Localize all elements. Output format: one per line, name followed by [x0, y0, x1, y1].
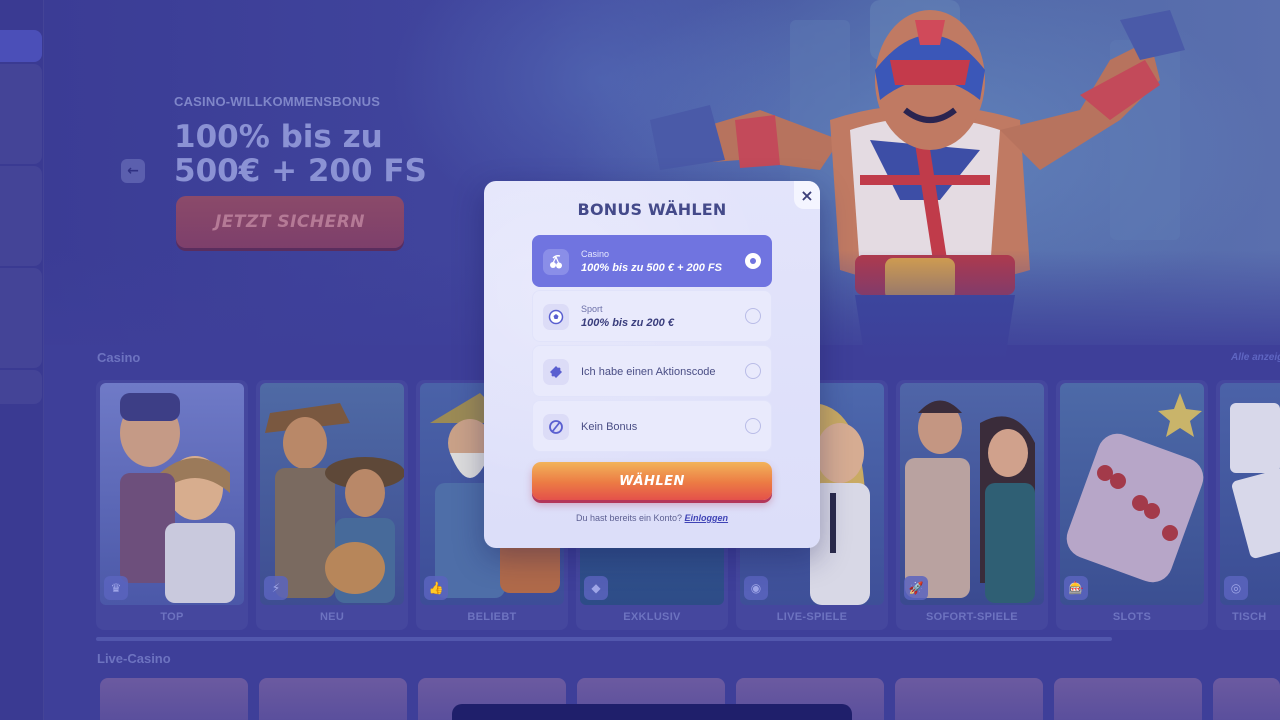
- category-card-neu[interactable]: ⚡ NEU: [256, 380, 408, 630]
- login-prompt-text: Du hast bereits ein Konto?: [575, 513, 683, 523]
- option-radio[interactable]: [745, 253, 761, 269]
- category-label: LIVE-SPIELE: [776, 611, 848, 623]
- option-radio[interactable]: [745, 308, 761, 324]
- live-icon: ◉: [744, 576, 768, 600]
- category-label: TOP: [160, 611, 184, 623]
- sidebar-group-2[interactable]: [0, 166, 42, 266]
- sidebar-item-bottom[interactable]: [0, 370, 42, 404]
- slot-machine-icon: 🎰: [1064, 576, 1088, 600]
- bonus-option-promo-code[interactable]: Ich habe einen Aktionscode: [532, 345, 772, 397]
- live-game-card[interactable]: [1213, 678, 1280, 720]
- category-label: SOFORT-SPIELE: [926, 611, 1018, 623]
- category-label: EXKLUSIV: [623, 611, 681, 623]
- bottom-bar[interactable]: [452, 704, 852, 720]
- login-prompt: Du hast bereits ein Konto? Einloggen: [484, 513, 820, 523]
- option-radio[interactable]: [745, 363, 761, 379]
- sidebar-group-1[interactable]: [0, 64, 42, 164]
- football-icon: [543, 304, 569, 330]
- bonus-option-no-bonus[interactable]: Kein Bonus: [532, 400, 772, 452]
- category-label: TISCH: [1232, 611, 1267, 623]
- category-card-sofort-spiele[interactable]: 🚀 SOFORT-SPIELE: [896, 380, 1048, 630]
- bonus-modal: × BONUS WÄHLEN Casino 100% bis zu 500 € …: [484, 181, 820, 548]
- option-text: 100% bis zu 500 € + 200 FS: [581, 262, 722, 274]
- category-card-top[interactable]: ♛ TOP: [96, 380, 248, 630]
- login-link[interactable]: Einloggen: [685, 513, 729, 523]
- chip-icon: ◎: [1224, 576, 1248, 600]
- hero-title: 100% bis zu 500€ + 200 FS: [174, 119, 427, 189]
- hero-cta-button[interactable]: JETZT SICHERN: [176, 196, 404, 248]
- option-text: 100% bis zu 200 €: [581, 317, 674, 329]
- category-label: BELIEBT: [467, 611, 517, 623]
- category-art: [100, 383, 244, 605]
- option-text: Kein Bonus: [581, 421, 638, 433]
- rocket-icon: 🚀: [904, 576, 928, 600]
- live-game-card[interactable]: [259, 678, 407, 720]
- live-game-card[interactable]: [895, 678, 1043, 720]
- thumbs-up-icon: 👍: [424, 576, 448, 600]
- section-title-casino: Casino: [97, 350, 141, 365]
- category-art: [1220, 383, 1280, 605]
- category-art: [260, 383, 404, 605]
- modal-title: BONUS WÄHLEN: [577, 200, 727, 219]
- live-game-card[interactable]: [100, 678, 248, 720]
- category-card-slots[interactable]: 🎰 SLOTS: [1056, 380, 1208, 630]
- category-label: SLOTS: [1112, 611, 1152, 623]
- category-art: [900, 383, 1044, 605]
- option-kicker: Casino: [581, 249, 610, 259]
- option-radio[interactable]: [745, 418, 761, 434]
- option-kicker: Sport: [581, 304, 603, 314]
- carousel-scrollbar[interactable]: [96, 637, 1112, 641]
- sidebar-item-active[interactable]: [0, 30, 42, 62]
- no-bonus-icon: [543, 414, 569, 440]
- select-bonus-button[interactable]: WÄHLEN: [532, 462, 772, 500]
- hero-prev-arrow-icon[interactable]: ←: [121, 159, 145, 183]
- section-title-live-casino: Live-Casino: [97, 651, 171, 666]
- live-game-card[interactable]: [1054, 678, 1202, 720]
- hero-label: CASINO-WILLKOMMENSBONUS: [174, 94, 381, 109]
- see-all-link[interactable]: Alle anzeigen: [1231, 352, 1280, 363]
- bonus-option-sport[interactable]: Sport 100% bis zu 200 €: [532, 290, 772, 342]
- bonus-option-casino[interactable]: Casino 100% bis zu 500 € + 200 FS: [532, 235, 772, 287]
- category-label: NEU: [319, 611, 345, 623]
- cherries-icon: [543, 249, 569, 275]
- diamond-icon: ◆: [584, 576, 608, 600]
- category-card-tisch[interactable]: ◎ TISCH: [1216, 380, 1280, 630]
- sidebar-group-3[interactable]: [0, 268, 42, 368]
- category-art: [1060, 383, 1204, 605]
- sidebar: [0, 0, 44, 720]
- crown-icon: ♛: [104, 576, 128, 600]
- option-text: Ich habe einen Aktionscode: [581, 366, 716, 378]
- lightning-icon: ⚡: [264, 576, 288, 600]
- ticket-icon: [543, 359, 569, 385]
